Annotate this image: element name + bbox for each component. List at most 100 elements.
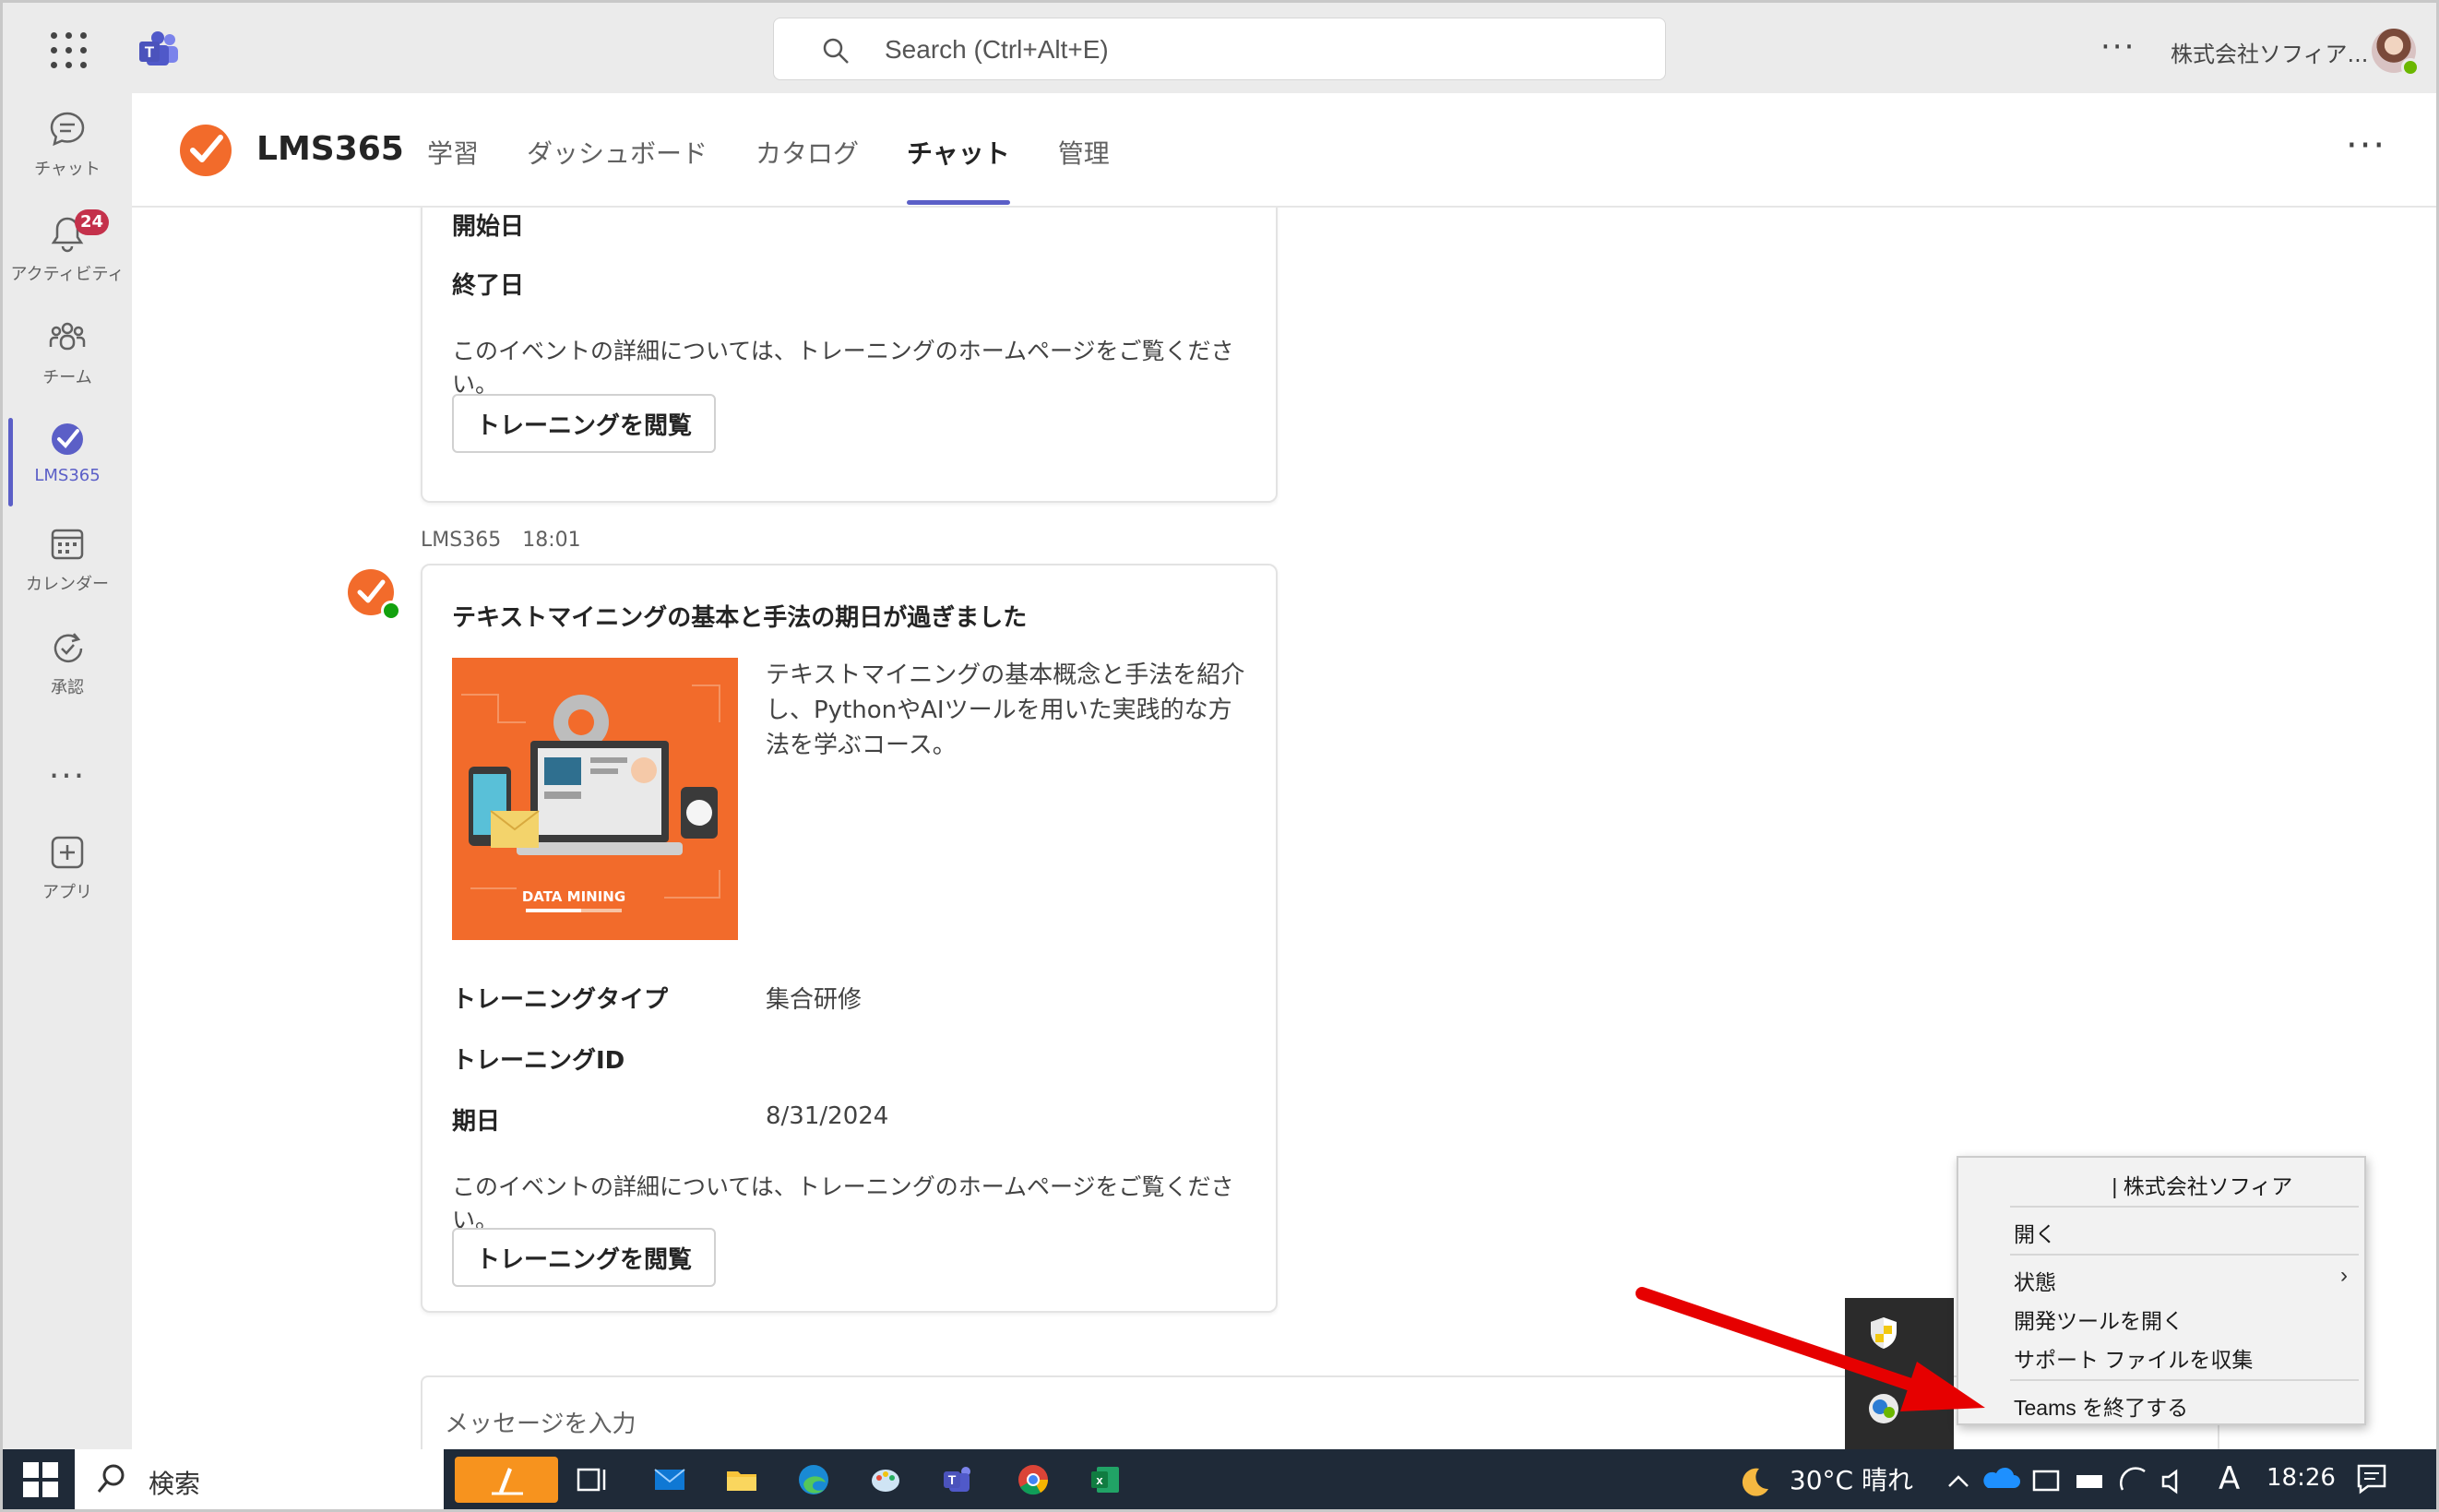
presence-available-icon (381, 601, 401, 621)
event-note: このイベントの詳細については、トレーニングのホームページをご覧ください。 (452, 338, 1234, 398)
message-time: 18:01 (522, 529, 581, 552)
weather-widget[interactable]: 30°C 晴れ (1737, 1460, 1913, 1498)
adaptive-card-overdue: テキストマイニングの基本と手法の期日が過ぎました DATA MINING テキス… (421, 564, 1278, 1313)
tab-catalog[interactable]: カタログ (755, 134, 859, 208)
tray-overflow-panel (1845, 1298, 1954, 1455)
chevron-up-icon (1948, 1475, 1969, 1487)
more-options-icon[interactable]: ··· (2346, 125, 2386, 167)
search-icon (823, 38, 849, 64)
app-header: LMS365 学習 ダッシュボード カタログ チャット 管理 ··· (132, 93, 2436, 208)
start-date-label: 開始日 (452, 213, 525, 241)
approvals-icon (54, 633, 83, 663)
end-date-label: 終了日 (452, 272, 525, 300)
clock[interactable]: 18:26 (2266, 1464, 2336, 1492)
presence-available-icon (2401, 58, 2420, 77)
teams-tray-context-menu: | 株式会社ソフィア 開く 状態 › 開発ツールを開く サポート ファイルを収集… (1957, 1156, 2366, 1425)
battery-icon (2076, 1475, 2102, 1488)
rail-label: チャット (34, 160, 101, 179)
weather-text: 30°C 晴れ (1789, 1465, 1913, 1495)
search-input[interactable] (885, 30, 1623, 70)
calendar-icon (51, 529, 84, 560)
edge-browser-icon[interactable] (796, 1462, 831, 1497)
moon-icon (1742, 1468, 1768, 1496)
adaptive-card-event: 開始日 終了日 このイベントの詳細については、トレーニングのホームページをご覧く… (421, 208, 1278, 503)
card-title: テキストマイニングの基本と手法の期日が過ぎました (452, 604, 1028, 632)
rail-label: カレンダー (26, 575, 109, 594)
rail-item-calendar[interactable]: カレンダー (3, 523, 132, 612)
bot-avatar[interactable] (346, 567, 401, 621)
menu-item-devtools[interactable]: 開発ツールを開く (2014, 1304, 2183, 1335)
add-app-icon (51, 836, 84, 869)
teams-group-icon (49, 322, 86, 351)
teams-taskbar-icon[interactable]: T (940, 1462, 975, 1497)
view-training-button[interactable]: トレーニングを閲覧 (452, 394, 717, 453)
message-input[interactable] (445, 1401, 1828, 1447)
sofia-app-icon[interactable] (455, 1457, 558, 1503)
teams-title-bar: T ··· 株式会社ソフィア... (3, 3, 2436, 93)
svg-text:T: T (948, 1472, 957, 1487)
org-name[interactable]: 株式会社ソフィア... (2171, 36, 2368, 68)
search-box[interactable] (773, 18, 1666, 80)
sofia-logo-icon (492, 1468, 523, 1495)
menu-separator (2010, 1254, 2359, 1256)
wifi-icon (2119, 1467, 2146, 1491)
display-icon (2032, 1470, 2060, 1492)
rail-label: アクティビティ (10, 265, 125, 284)
security-shield-icon[interactable] (1865, 1315, 1902, 1351)
teams-logo-icon: T (139, 31, 178, 65)
chrome-icon[interactable] (1016, 1462, 1051, 1497)
paint-app-icon[interactable] (868, 1462, 903, 1497)
tab-learning[interactable]: 学習 (427, 134, 479, 208)
tab-chat[interactable]: チャット (907, 134, 1010, 208)
mail-icon[interactable] (652, 1462, 687, 1497)
windows-start-icon[interactable] (23, 1462, 58, 1497)
menu-item-status[interactable]: 状態 (2014, 1265, 2056, 1296)
rail-item-chat[interactable]: チャット (3, 108, 132, 196)
speaker-icon (2161, 1469, 2178, 1494)
rail-label: アプリ (42, 883, 92, 902)
taskbar-search[interactable]: 検索 (75, 1449, 444, 1509)
rail-item-activity[interactable]: 24 アクティビティ (3, 209, 132, 302)
training-type-value: 集合研修 (766, 986, 863, 1014)
rail-item-approvals[interactable]: 承認 (3, 626, 132, 715)
app-name: LMS365 (256, 130, 404, 168)
taskbar-search-label: 検索 (149, 1469, 201, 1499)
training-id-label: トレーニングID (452, 1047, 625, 1075)
search-icon (97, 1464, 125, 1493)
rail-label: 承認 (51, 678, 84, 697)
more-apps-icon[interactable]: ··· (3, 757, 132, 795)
menu-item-quit-teams[interactable]: Teams を終了する (2014, 1390, 2188, 1422)
tab-admin[interactable]: 管理 (1058, 134, 1110, 208)
event-note: このイベントの詳細については、トレーニングのホームページをご覧ください。 (452, 1173, 1234, 1233)
menu-separator (2010, 1379, 2359, 1381)
lms365-icon (52, 423, 83, 455)
view-training-button[interactable]: トレーニングを閲覧 (452, 1228, 717, 1287)
menu-item-collect-support-files[interactable]: サポート ファイルを収集 (2014, 1342, 2253, 1374)
user-avatar[interactable] (2372, 29, 2420, 77)
teams-tray-icon[interactable] (1865, 1390, 1902, 1427)
activity-count-badge: 24 (75, 209, 110, 235)
menu-item-open[interactable]: 開く (2014, 1217, 2056, 1248)
menu-separator (2010, 1206, 2359, 1208)
message-meta: LMS365 18:01 (421, 529, 596, 552)
windows-taskbar: 検索 T x 30°C 晴れ A 18:26 (3, 1449, 2436, 1509)
onedrive-icon (1983, 1467, 2020, 1488)
lms365-logo-icon (180, 125, 232, 176)
settings-more-icon[interactable]: ··· (2100, 29, 2136, 65)
image-caption: DATA MINING (522, 888, 625, 905)
rail-item-lms365[interactable]: LMS365 (3, 418, 132, 506)
chat-icon (50, 112, 85, 147)
tab-dashboard[interactable]: ダッシュボード (527, 134, 708, 208)
notification-center-icon[interactable] (2355, 1462, 2388, 1495)
course-description: テキストマイニングの基本概念と手法を紹介し、PythonやAIツールを用いた実践… (766, 661, 1245, 759)
app-launcher-icon[interactable] (51, 32, 88, 69)
app-rail: チャット 24 アクティビティ チーム LMS365 カレンダー 承認 ··· … (3, 93, 132, 1449)
file-explorer-icon[interactable] (724, 1462, 759, 1497)
excel-icon[interactable]: x (1088, 1462, 1123, 1497)
rail-item-apps[interactable]: アプリ (3, 831, 132, 920)
due-date-label: 期日 (452, 1108, 501, 1136)
task-view-icon[interactable] (575, 1462, 610, 1497)
rail-label: LMS365 (34, 466, 101, 485)
rail-item-teams[interactable]: チーム (3, 316, 132, 405)
ime-indicator[interactable]: A (2219, 1460, 2240, 1497)
